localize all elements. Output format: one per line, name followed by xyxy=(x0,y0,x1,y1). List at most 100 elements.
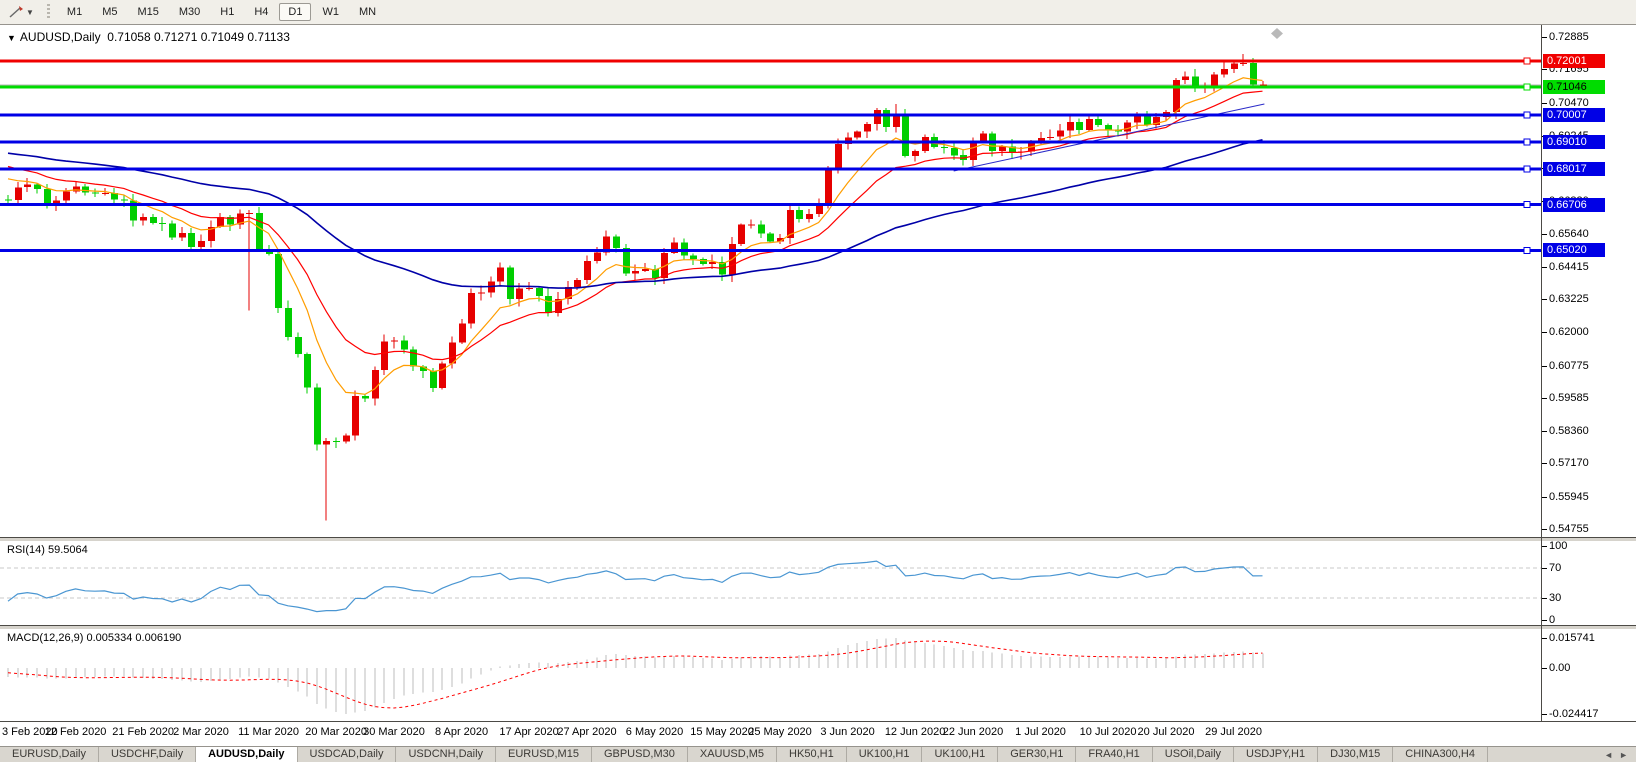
macd-tick-mark xyxy=(1542,638,1547,639)
chart-tab[interactable]: GER30,H1 xyxy=(998,747,1076,762)
date-label: 12 Feb 2020 xyxy=(45,726,107,738)
chart-tab[interactable]: USDJPY,H1 xyxy=(1234,747,1318,762)
chart-tab[interactable]: GBPUSD,M30 xyxy=(592,747,688,762)
date-label: 27 Apr 2020 xyxy=(557,726,616,738)
chart-tab[interactable]: XAUUSD,M5 xyxy=(688,747,777,762)
timeframe-button-M1[interactable]: M1 xyxy=(58,3,91,21)
price-tick-mark xyxy=(1542,366,1547,367)
date-label: 20 Jul 2020 xyxy=(1138,726,1195,738)
price-badge: 0.69010 xyxy=(1543,135,1605,149)
price-tick-mark xyxy=(1542,497,1547,498)
macd-tick-mark xyxy=(1542,668,1547,669)
timeframe-button-M30[interactable]: M30 xyxy=(170,3,209,21)
price-badge: 0.68017 xyxy=(1543,162,1605,176)
price-tick-label: 0.63225 xyxy=(1549,293,1589,305)
timeframe-button-M15[interactable]: M15 xyxy=(128,3,167,21)
timeframe-toolbar: M1M5M15M30H1H4D1W1MN xyxy=(58,3,385,21)
tab-scroll-left-icon[interactable]: ◄ xyxy=(1604,750,1613,760)
price-tick-mark xyxy=(1542,299,1547,300)
chart-tab[interactable]: EURUSD,Daily xyxy=(0,747,99,762)
macd-axis-min: -0.024417 xyxy=(1549,708,1599,720)
timeframe-button-M5[interactable]: M5 xyxy=(93,3,126,21)
chart-tab[interactable]: EURUSD,M15 xyxy=(496,747,592,762)
symbol-dropdown-icon[interactable]: ▼ xyxy=(7,33,16,43)
price-tick-mark xyxy=(1542,398,1547,399)
chart-tab[interactable]: USDCAD,Daily xyxy=(298,747,397,762)
macd-label: MACD(12,26,9) 0.005334 0.006190 xyxy=(7,632,181,644)
price-tick-mark xyxy=(1542,431,1547,432)
chart-title: ▼ AUDUSD,Daily 0.71058 0.71271 0.71049 0.… xyxy=(7,30,290,44)
date-label: 1 Jul 2020 xyxy=(1015,726,1066,738)
rsi-canvas[interactable] xyxy=(0,541,1541,625)
price-tick-label: 0.65640 xyxy=(1549,228,1589,240)
rsi-tick-mark xyxy=(1542,546,1547,547)
price-badge: 0.70007 xyxy=(1543,108,1605,122)
macd-axis-max: 0.015741 xyxy=(1549,632,1595,644)
chart-tabs: EURUSD,DailyUSDCHF,DailyAUDUSD,DailyUSDC… xyxy=(0,747,1488,762)
chart-tab[interactable]: AUDUSD,Daily xyxy=(196,747,297,762)
price-tick-mark xyxy=(1542,69,1547,70)
main-chart-canvas[interactable] xyxy=(0,25,1541,537)
timeframe-button-H4[interactable]: H4 xyxy=(245,3,277,21)
price-tick-mark xyxy=(1542,234,1547,235)
macd-tick-mark xyxy=(1542,714,1547,715)
macd-canvas[interactable] xyxy=(0,629,1541,721)
price-tick-label: 0.55945 xyxy=(1549,491,1589,503)
timeframe-button-W1[interactable]: W1 xyxy=(313,3,348,21)
price-tick-mark xyxy=(1542,529,1547,530)
chart-tab[interactable]: DJ30,M15 xyxy=(1318,747,1393,762)
timeframe-button-D1[interactable]: D1 xyxy=(279,3,311,21)
date-label: 17 Apr 2020 xyxy=(499,726,558,738)
timeframe-button-H1[interactable]: H1 xyxy=(211,3,243,21)
price-tick-label: 0.57170 xyxy=(1549,457,1589,469)
date-label: 10 Jul 2020 xyxy=(1080,726,1137,738)
price-tick-label: 0.58360 xyxy=(1549,425,1589,437)
rsi-tick-mark xyxy=(1542,598,1547,599)
panel-separator[interactable] xyxy=(0,626,1636,629)
price-tick-label: 0.59585 xyxy=(1549,392,1589,404)
price-tick-label: 0.62000 xyxy=(1549,326,1589,338)
toolbar-grip[interactable] xyxy=(45,4,52,20)
timeframe-button-MN[interactable]: MN xyxy=(350,3,385,21)
tab-scroll-arrows: ◄ ► xyxy=(1596,747,1636,762)
rsi-axis-label: 30 xyxy=(1549,592,1561,604)
date-label: 30 Mar 2020 xyxy=(363,726,425,738)
price-tick-mark xyxy=(1542,332,1547,333)
chart-symbol: AUDUSD,Daily xyxy=(20,30,101,44)
rsi-axis-label: 70 xyxy=(1549,562,1561,574)
chart-tab[interactable]: USOil,Daily xyxy=(1153,747,1234,762)
date-label: 8 Apr 2020 xyxy=(435,726,488,738)
price-tick-label: 0.60775 xyxy=(1549,360,1589,372)
rsi-axis-label: 100 xyxy=(1549,540,1567,552)
date-label: 12 Jun 2020 xyxy=(885,726,946,738)
panel-separator[interactable] xyxy=(0,538,1636,541)
date-axis: 3 Feb 202012 Feb 202021 Feb 20202 Mar 20… xyxy=(0,722,1636,746)
price-tick-mark xyxy=(1542,267,1547,268)
price-badge: 0.71046 xyxy=(1543,80,1605,94)
chart-cursor-tool-icon[interactable]: ▼ xyxy=(5,4,37,20)
rsi-axis-label: 0 xyxy=(1549,614,1555,626)
price-badge: 0.65020 xyxy=(1543,243,1605,257)
pencil-line-icon xyxy=(8,5,24,19)
chart-tab[interactable]: HK50,H1 xyxy=(777,747,847,762)
price-tick-mark xyxy=(1542,37,1547,38)
chart-tab[interactable]: USDCHF,Daily xyxy=(99,747,196,762)
chart-tab[interactable]: UK100,H1 xyxy=(922,747,998,762)
rsi-label: RSI(14) 59.5064 xyxy=(7,544,88,556)
date-label: 11 Mar 2020 xyxy=(238,726,299,738)
macd-axis-zero: 0.00 xyxy=(1549,662,1570,674)
date-label: 29 Jul 2020 xyxy=(1205,726,1262,738)
chart-ohlc: 0.71058 0.71271 0.71049 0.71133 xyxy=(107,30,290,44)
tab-scroll-right-icon[interactable]: ► xyxy=(1619,750,1628,760)
date-label: 6 May 2020 xyxy=(626,726,683,738)
price-tick-label: 0.54755 xyxy=(1549,523,1589,535)
chart-tab[interactable]: FRA40,H1 xyxy=(1076,747,1152,762)
date-label: 15 May 2020 xyxy=(690,726,754,738)
chart-tab[interactable]: USDCNH,Daily xyxy=(396,747,496,762)
price-tick-label: 0.72885 xyxy=(1549,31,1589,43)
chart-tab[interactable]: CHINA300,H4 xyxy=(1393,747,1488,762)
price-tick-mark xyxy=(1542,103,1547,104)
rsi-tick-mark xyxy=(1542,568,1547,569)
chart-tab[interactable]: UK100,H1 xyxy=(847,747,923,762)
price-tick-mark xyxy=(1542,463,1547,464)
